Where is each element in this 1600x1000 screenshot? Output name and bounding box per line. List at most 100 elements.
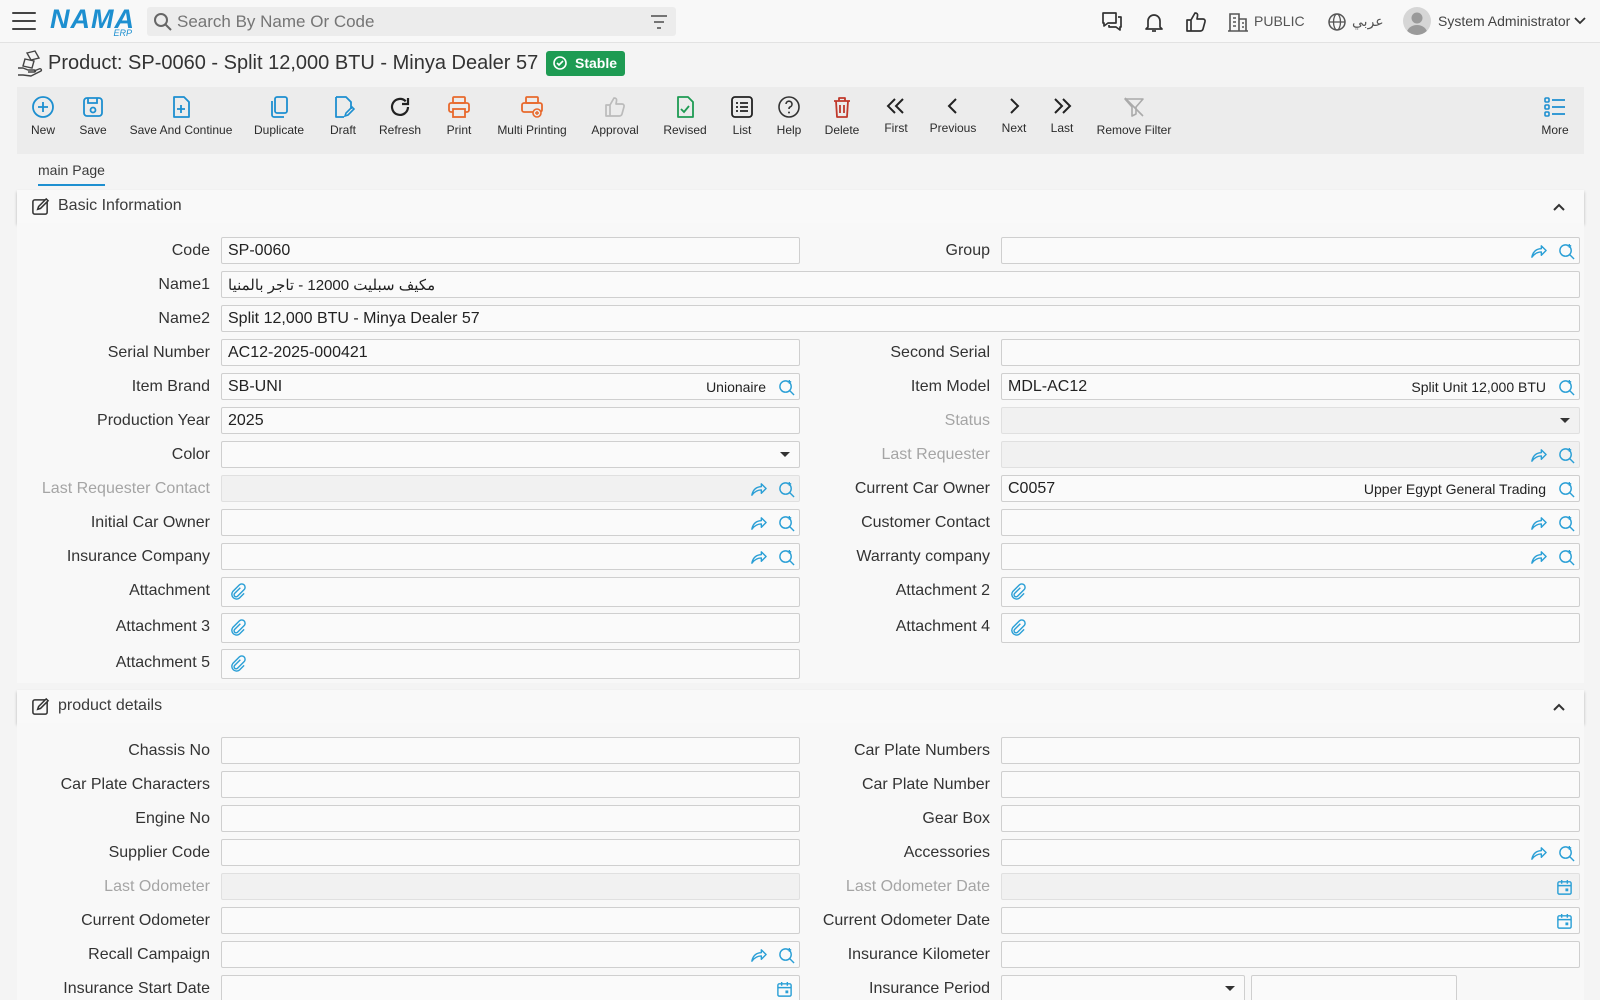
calendar-icon[interactable] [1556,913,1573,930]
notifications-icon[interactable] [1142,10,1166,34]
caret-down-icon[interactable] [1224,985,1236,993]
chevron-up-icon[interactable] [1552,700,1566,714]
open-link-icon[interactable] [1530,845,1547,862]
recall-campaign-field[interactable] [221,941,800,968]
building-icon[interactable] [1226,10,1250,34]
supplier-code-field[interactable] [221,839,800,866]
attachment-5-field[interactable] [221,649,800,679]
current-odometer-date-field[interactable] [1001,907,1580,934]
chevron-up-icon[interactable] [1552,200,1566,214]
attachment-3-field[interactable] [221,613,800,643]
last-requester-contact-field[interactable] [221,475,800,502]
menu-icon[interactable] [12,12,36,32]
messages-icon[interactable] [1100,10,1124,34]
status-select[interactable] [1001,407,1580,434]
duplicate-button[interactable]: Duplicate [253,95,305,137]
paperclip-icon[interactable] [229,655,246,672]
next-button[interactable]: Next [1000,95,1028,135]
current-odometer-field[interactable] [221,907,800,934]
search-input[interactable] [177,7,632,36]
previous-button[interactable]: Previous [929,95,977,135]
refresh-button[interactable]: Refresh [378,95,422,137]
open-link-icon[interactable] [1530,549,1547,566]
like-icon[interactable] [1184,10,1208,34]
open-link-icon[interactable] [1530,447,1547,464]
car-plate-number-field[interactable] [1001,771,1580,798]
name1-field[interactable]: مكيف سبليت 12000 - تاجر بالمنيا [221,271,1580,298]
last-odometer-field[interactable] [221,873,800,900]
warranty-company-field[interactable] [1001,543,1580,570]
insurance-period-select[interactable] [1001,975,1245,1000]
group-field[interactable] [1001,237,1580,264]
open-link-icon[interactable] [1530,515,1547,532]
open-link-icon[interactable] [750,515,767,532]
lookup-search-icon[interactable] [1558,243,1575,260]
lookup-search-icon[interactable] [1558,515,1575,532]
accessories-field[interactable] [1001,839,1580,866]
list-button[interactable]: List [729,95,755,137]
print-button[interactable]: Print [445,95,473,137]
lookup-search-icon[interactable] [1558,845,1575,862]
revised-button[interactable]: Revised [660,95,710,137]
name2-field[interactable]: Split 12,000 BTU - Minya Dealer 57 [221,305,1580,332]
open-link-icon[interactable] [750,947,767,964]
draft-button[interactable]: Draft [328,95,358,137]
color-select[interactable] [221,441,800,468]
remove-filter-button[interactable]: Remove Filter [1095,95,1173,137]
delete-button[interactable]: Delete [823,95,861,137]
production-year-field[interactable]: 2025 [221,407,800,434]
second-serial-field[interactable] [1001,339,1580,366]
open-link-icon[interactable] [750,481,767,498]
paperclip-icon[interactable] [229,619,246,636]
save-and-continue-button[interactable]: Save And Continue [129,95,233,137]
filter-icon[interactable] [650,14,668,30]
attachment-4-field[interactable] [1001,613,1580,643]
chevron-down-icon[interactable] [1573,14,1587,28]
calendar-icon[interactable] [1556,879,1573,896]
attachment-field[interactable] [221,577,800,607]
item-model-field[interactable]: MDL-AC12 Split Unit 12,000 BTU [1001,373,1580,400]
initial-car-owner-field[interactable] [221,509,800,536]
lookup-search-icon[interactable] [1558,549,1575,566]
more-button[interactable]: More [1540,95,1570,137]
tab-main-page[interactable]: main Page [38,162,105,186]
item-brand-field[interactable]: SB-UNI Unionaire [221,373,800,400]
new-button[interactable]: New [28,95,58,137]
attachment-2-field[interactable] [1001,577,1580,607]
save-button[interactable]: Save [76,95,110,137]
help-button[interactable]: Help [775,95,803,137]
language-switch[interactable]: عربي [1352,13,1384,30]
car-plate-characters-field[interactable] [221,771,800,798]
paperclip-icon[interactable] [1009,619,1026,636]
section-basic-information[interactable]: Basic Information [17,190,1584,223]
chassis-no-field[interactable] [221,737,800,764]
customer-contact-field[interactable] [1001,509,1580,536]
code-field[interactable]: SP-0060 [221,237,800,264]
insurance-period-value-field[interactable] [1251,975,1457,1000]
engine-no-field[interactable] [221,805,800,832]
current-car-owner-field[interactable]: C0057 Upper Egypt General Trading [1001,475,1580,502]
car-plate-numbers-field[interactable] [1001,737,1580,764]
open-link-icon[interactable] [1530,243,1547,260]
last-button[interactable]: Last [1049,95,1075,135]
multi-printing-button[interactable]: Multi Printing [495,95,569,137]
insurance-company-field[interactable] [221,543,800,570]
serial-number-field[interactable]: AC12-2025-000421 [221,339,800,366]
lookup-search-icon[interactable] [1558,379,1575,396]
app-logo[interactable]: NAMA ERP [50,5,136,38]
gear-box-field[interactable] [1001,805,1580,832]
insurance-start-date-field[interactable] [221,975,800,1000]
user-name[interactable]: System Administrator [1438,13,1570,29]
open-link-icon[interactable] [750,549,767,566]
approval-button[interactable]: Approval [589,95,641,137]
paperclip-icon[interactable] [1009,583,1026,600]
paperclip-icon[interactable] [229,583,246,600]
globe-icon[interactable] [1327,12,1347,32]
section-product-details[interactable]: product details [17,690,1584,723]
last-requester-field[interactable] [1001,441,1580,468]
avatar[interactable] [1403,7,1431,35]
first-button[interactable]: First [883,95,909,135]
company-name[interactable]: PUBLIC [1254,13,1305,29]
lookup-search-icon[interactable] [1558,481,1575,498]
caret-down-icon[interactable] [1559,417,1571,425]
